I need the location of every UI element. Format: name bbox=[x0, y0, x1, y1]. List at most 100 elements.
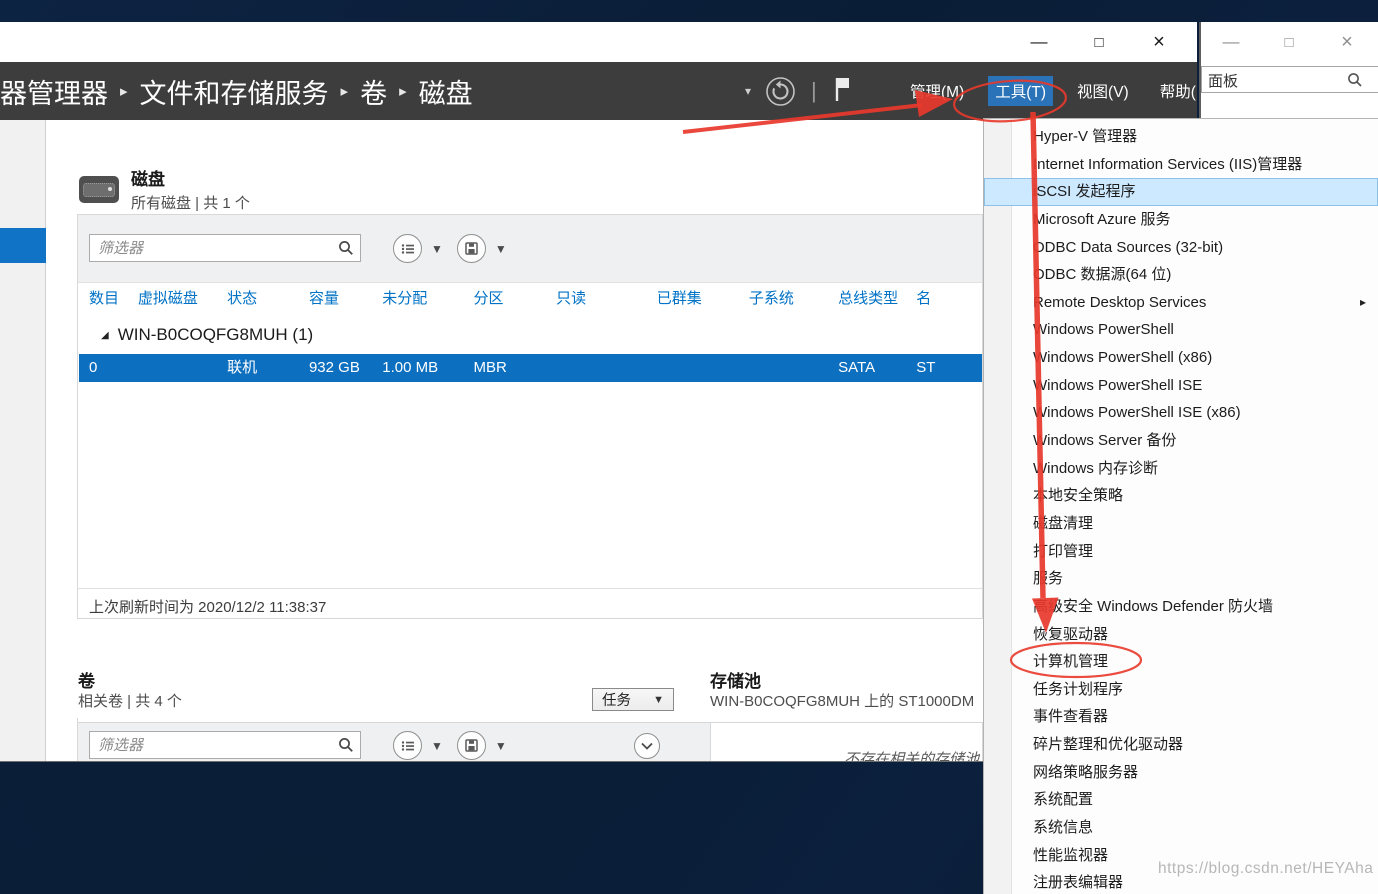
tools-menu-item[interactable]: Windows PowerShell (x86) bbox=[984, 344, 1378, 372]
chevron-down-icon[interactable]: ▼ bbox=[431, 739, 443, 753]
column-header[interactable]: 虚拟磁盘 bbox=[138, 283, 227, 313]
breadcrumb-server-manager[interactable]: 器管理器 bbox=[0, 72, 108, 111]
breadcrumb-disks[interactable]: 磁盘 bbox=[419, 72, 473, 111]
maximize-button[interactable]: □ bbox=[1260, 34, 1318, 51]
tools-menu-item[interactable]: ODBC Data Sources (32-bit) bbox=[984, 234, 1378, 262]
menu-help[interactable]: 帮助(H) bbox=[1153, 76, 1197, 106]
column-header[interactable]: 名 bbox=[916, 283, 982, 313]
tools-menu-item[interactable]: 碎片整理和优化驱动器 bbox=[984, 731, 1378, 759]
column-header[interactable]: 数目 bbox=[89, 283, 138, 313]
tools-menu-item[interactable]: 服务 bbox=[984, 565, 1378, 593]
chevron-down-icon: ▼ bbox=[653, 694, 664, 706]
column-header[interactable]: 只读 bbox=[556, 283, 657, 313]
chevron-down-icon[interactable]: ▼ bbox=[431, 242, 443, 256]
breadcrumb-bar: 器管理器 ▸ 文件和存储服务 ▸ 卷 ▸ 磁盘 ▾ | bbox=[0, 62, 1197, 120]
column-header[interactable]: 总线类型 bbox=[838, 283, 916, 313]
minimize-button[interactable]: — bbox=[1202, 32, 1260, 52]
tools-menu-item[interactable]: 系统信息 bbox=[984, 814, 1378, 842]
tools-menu-item[interactable]: 系统配置 bbox=[984, 786, 1378, 814]
nav-rail-selected-item[interactable] bbox=[0, 228, 46, 263]
breadcrumb-separator-icon: ▸ bbox=[399, 82, 407, 100]
column-header[interactable]: 子系统 bbox=[749, 283, 838, 313]
save-view-button[interactable] bbox=[457, 234, 486, 263]
storage-pools-subtitle: WIN-B0COQFG8MUH 上的 ST1000DM bbox=[710, 690, 983, 711]
tools-menu-item[interactable]: 事件查看器 bbox=[984, 703, 1378, 731]
chevron-down-icon[interactable]: ▼ bbox=[495, 242, 507, 256]
tools-menu-item[interactable]: Windows 内存诊断 bbox=[984, 455, 1378, 483]
chevron-down-icon[interactable]: ▾ bbox=[745, 84, 751, 98]
tools-menu-item[interactable]: ODBC 数据源(64 位) bbox=[984, 261, 1378, 289]
tools-menu-item[interactable]: 高级安全 Windows Defender 防火墙 bbox=[984, 593, 1378, 621]
floppy-disk-icon bbox=[465, 739, 478, 752]
list-view-button[interactable] bbox=[393, 731, 422, 760]
last-refresh-status: 上次刷新时间为 2020/12/2 11:38:37 bbox=[78, 588, 982, 619]
tools-menu-item[interactable]: Internet Information Services (IIS)管理器 bbox=[984, 151, 1378, 179]
refresh-button[interactable] bbox=[764, 75, 796, 107]
breadcrumb-separator-icon: ▸ bbox=[120, 82, 128, 100]
tools-menu-item[interactable]: Windows PowerShell ISE (x86) bbox=[984, 399, 1378, 427]
menu-manage[interactable]: 管理(M) bbox=[903, 76, 971, 106]
control-panel-search-input[interactable]: 面板 bbox=[1201, 66, 1378, 93]
tools-menu-item[interactable]: iSCSI 发起程序 bbox=[984, 178, 1378, 206]
collapse-triangle-icon[interactable]: ◢ bbox=[101, 330, 109, 341]
tools-dropdown-menu: Hyper-V 管理器Internet Information Services… bbox=[983, 118, 1378, 894]
disk-cell: 联机 bbox=[227, 354, 309, 382]
volumes-panel-subtitle: 相关卷 | 共 4 个 bbox=[78, 690, 182, 711]
tools-menu-item[interactable]: 计算机管理 bbox=[984, 648, 1378, 676]
volumes-panel-title: 卷 bbox=[78, 667, 95, 692]
breadcrumb-file-storage-services[interactable]: 文件和存储服务 bbox=[140, 72, 329, 111]
disks-toolbar: ▼ ▼ bbox=[78, 215, 982, 283]
tools-menu-item[interactable]: 打印管理 bbox=[984, 538, 1378, 566]
tools-menu-item[interactable]: 本地安全策略 bbox=[984, 482, 1378, 510]
list-icon bbox=[401, 740, 415, 752]
column-header[interactable]: 分区 bbox=[473, 283, 556, 313]
chevron-down-icon[interactable]: ▼ bbox=[495, 739, 507, 753]
tools-menu-item[interactable]: Microsoft Azure 服务 bbox=[984, 206, 1378, 234]
disks-panel-subtitle: 所有磁盘 | 共 1 个 bbox=[131, 192, 250, 213]
tools-menu-item[interactable]: 磁盘清理 bbox=[984, 510, 1378, 538]
disk-group-row[interactable]: ◢ WIN-B0COQFG8MUH (1) bbox=[101, 325, 313, 345]
disk-cell: 0 bbox=[89, 354, 138, 382]
expand-section-button[interactable] bbox=[634, 733, 660, 759]
chevron-down-icon bbox=[641, 742, 653, 750]
tools-menu-item[interactable]: Remote Desktop Services▸ bbox=[984, 289, 1378, 317]
volumes-tasks-button[interactable]: 任务 ▼ bbox=[592, 688, 674, 711]
maximize-button[interactable]: □ bbox=[1069, 34, 1129, 51]
submenu-arrow-icon: ▸ bbox=[1360, 289, 1366, 317]
notifications-flag-button[interactable] bbox=[832, 75, 854, 108]
disk-cell: ST bbox=[916, 354, 982, 382]
disk-cell: 932 GB bbox=[309, 354, 382, 382]
tools-menu-item[interactable]: 任务计划程序 bbox=[984, 676, 1378, 704]
column-header[interactable]: 容量 bbox=[309, 283, 382, 313]
storage-pools-box: 不存在相关的存储池 bbox=[710, 722, 983, 762]
minimize-button[interactable]: — bbox=[1009, 32, 1069, 52]
flag-icon bbox=[832, 75, 854, 103]
volumes-filter-input[interactable] bbox=[89, 731, 361, 759]
list-view-button[interactable] bbox=[393, 234, 422, 263]
disk-cell: 1.00 MB bbox=[382, 354, 473, 382]
breadcrumb-volumes[interactable]: 卷 bbox=[360, 72, 387, 111]
menu-tools[interactable]: 工具(T) bbox=[988, 76, 1053, 106]
close-button[interactable]: × bbox=[1129, 31, 1189, 54]
tools-menu-item[interactable]: 恢复驱动器 bbox=[984, 621, 1378, 649]
tools-menu-item[interactable]: Windows PowerShell ISE bbox=[984, 372, 1378, 400]
disk-row[interactable]: 0联机932 GB1.00 MBMBRSATAST bbox=[79, 354, 982, 382]
disks-table-header: 数目虚拟磁盘状态容量未分配分区只读已群集子系统总线类型名 bbox=[78, 283, 982, 313]
column-header[interactable]: 未分配 bbox=[382, 283, 473, 313]
disks-panel-title: 磁盘 bbox=[131, 170, 250, 190]
disks-filter-input[interactable] bbox=[89, 234, 361, 262]
save-view-button[interactable] bbox=[457, 731, 486, 760]
tools-menu-item[interactable]: Hyper-V 管理器 bbox=[984, 123, 1378, 151]
column-header[interactable]: 状态 bbox=[227, 283, 309, 313]
tools-menu-item[interactable]: Windows PowerShell bbox=[984, 316, 1378, 344]
breadcrumb: 器管理器 ▸ 文件和存储服务 ▸ 卷 ▸ 磁盘 bbox=[0, 62, 477, 120]
tools-menu-item[interactable]: 网络策略服务器 bbox=[984, 759, 1378, 787]
disk-drive-icon bbox=[79, 176, 119, 203]
tools-menu-item[interactable]: Windows Server 备份 bbox=[984, 427, 1378, 455]
column-header[interactable]: 已群集 bbox=[657, 283, 749, 313]
close-button[interactable]: × bbox=[1318, 31, 1376, 54]
menu-view[interactable]: 视图(V) bbox=[1070, 76, 1136, 106]
panel-divider bbox=[77, 718, 78, 762]
disk-cell: SATA bbox=[838, 354, 916, 382]
tasks-label: 任务 bbox=[602, 689, 631, 710]
